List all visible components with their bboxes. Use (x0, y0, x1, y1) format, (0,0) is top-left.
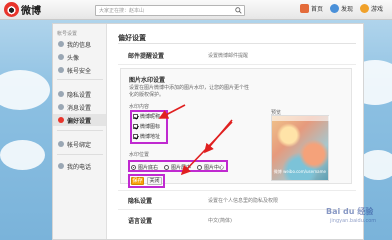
sidebar-item-label: 我的信息 (67, 41, 92, 49)
settings-container: 帐号设置 我的信息 头像 帐号安全 隐私设置 消息设置 偏好设置 帐号绑定 我的… (52, 23, 364, 240)
row-divider (118, 209, 356, 210)
phone-icon (58, 163, 64, 169)
message-icon (58, 104, 64, 110)
watermark-panel-title: 图片水印设置 (129, 77, 166, 84)
email-reminder-desc: 设置微博邮件提醒 (208, 53, 249, 59)
weibo-logo[interactable]: 微博 (4, 2, 41, 17)
watermark-position-label: 水印位置 (129, 152, 150, 158)
nav-game-label: 游戏 (371, 6, 384, 13)
sidebar-item-label: 帐号安全 (67, 67, 92, 75)
search-placeholder: 大家正在搜：赵本山 (99, 8, 145, 14)
search-icon[interactable] (235, 7, 242, 14)
title-divider (118, 43, 356, 44)
game-icon (360, 4, 369, 13)
row-divider (118, 190, 356, 191)
sidebar-item-label: 帐号绑定 (67, 141, 92, 149)
sidebar-item-label: 头像 (67, 54, 80, 62)
baidu-watermark: Bai du 经验 (326, 207, 374, 216)
buttons-highlight-box (128, 174, 165, 188)
search-input[interactable]: 大家正在搜：赵本山 (95, 5, 245, 16)
top-navigation-bar: 微博 大家正在搜：赵本山 首页 发现 游戏 (0, 0, 392, 20)
sidebar-section-title: 帐号设置 (57, 31, 78, 37)
sidebar-item-binding[interactable]: 帐号绑定 (53, 138, 106, 150)
nav-home-label: 首页 (311, 6, 324, 13)
home-icon (300, 4, 309, 13)
preview-watermark-text: 微博 weibo.com/username (273, 169, 326, 174)
checkbox-highlight-box (130, 110, 168, 144)
preference-icon (58, 117, 64, 123)
sidebar-item-messages[interactable]: 消息设置 (53, 101, 106, 113)
weibo-logo-icon (4, 2, 19, 17)
watermark-preview-image: 微博 weibo.com/username (271, 115, 330, 181)
sidebar-item-phone[interactable]: 我的电话 (53, 160, 106, 172)
sidebar-item-avatar[interactable]: 头像 (53, 51, 106, 63)
sidebar-divider (57, 79, 103, 80)
sidebar-item-label: 消息设置 (67, 104, 92, 112)
app-name: 微博 (21, 6, 41, 17)
image-watermark-panel: 图片水印设置 设置在图片微博中添加的图片水印，让您的图片更个性化的版权保护。 水… (120, 68, 352, 188)
nav-game[interactable]: 游戏 (360, 4, 383, 13)
nav-home[interactable]: 首页 (300, 4, 323, 13)
sidebar-item-label: 隐私设置 (67, 91, 92, 99)
avatar-icon (58, 54, 64, 60)
cloud (0, 70, 50, 110)
page-title: 偏好设置 (118, 34, 146, 42)
sidebar-divider (57, 154, 103, 155)
privacy-setting[interactable]: 隐私设置 (128, 196, 152, 205)
privacy-icon (58, 91, 64, 97)
language-setting[interactable]: 语言设置 (128, 216, 152, 225)
baidu-watermark-url: jingyan.baidu.com (330, 218, 377, 224)
preview-header-bar (272, 116, 330, 121)
bind-icon (58, 141, 64, 147)
settings-sidebar: 帐号设置 我的信息 头像 帐号安全 隐私设置 消息设置 偏好设置 帐号绑定 我的… (53, 24, 107, 239)
watermark-panel-desc: 设置在图片微博中添加的图片水印，让您的图片更个性化的版权保护。 (129, 85, 250, 98)
sidebar-item-my-info[interactable]: 我的信息 (53, 38, 106, 50)
radio-highlight-box (128, 160, 228, 172)
language-setting-value: 中文(简体) (208, 218, 232, 224)
watermark-content-label: 水印内容 (129, 104, 150, 110)
sidebar-item-security[interactable]: 帐号安全 (53, 64, 106, 76)
sidebar-item-label: 偏好设置 (67, 117, 92, 125)
sidebar-item-preferences[interactable]: 偏好设置 (53, 114, 106, 126)
sidebar-item-label: 我的电话 (67, 163, 92, 171)
row-divider (118, 64, 356, 65)
discover-icon (330, 4, 339, 13)
sidebar-divider (57, 130, 103, 131)
nav-discover-label: 发现 (341, 6, 354, 13)
privacy-setting-desc: 设置在个人信息里的隐私及权限 (208, 198, 279, 204)
sidebar-item-privacy[interactable]: 隐私设置 (53, 88, 106, 100)
nav-discover[interactable]: 发现 (330, 4, 353, 13)
cloud (0, 140, 45, 170)
lock-icon (58, 67, 64, 73)
email-reminder-setting[interactable]: 邮件提醒设置 (128, 51, 164, 60)
user-info-icon (58, 41, 64, 47)
